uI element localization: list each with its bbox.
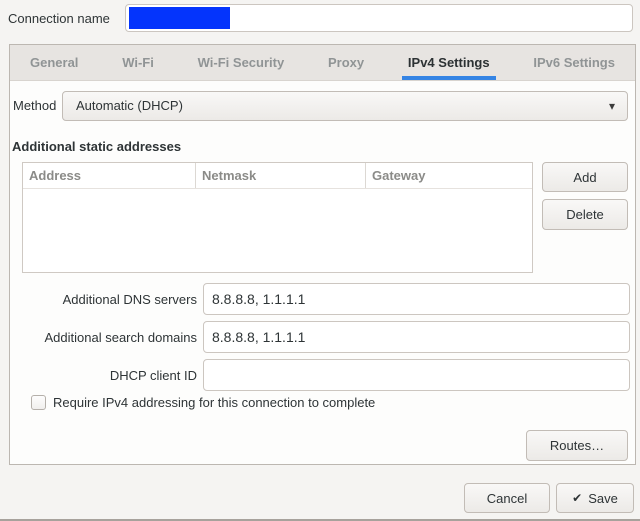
dns-servers-input[interactable] <box>203 283 630 315</box>
dhcp-client-id-label: DHCP client ID <box>109 368 197 383</box>
save-button-label: Save <box>588 490 618 506</box>
tab-wifi-label: Wi-Fi <box>122 55 154 70</box>
connection-name-redacted-value <box>129 7 230 29</box>
routes-button-label: Routes… <box>549 438 605 453</box>
add-button-label: Add <box>573 169 597 185</box>
column-header-netmask[interactable]: Netmask <box>196 163 366 188</box>
tab-ipv6-settings-label: IPv6 Settings <box>533 55 615 70</box>
static-addresses-section-title: Additional static addresses <box>12 139 182 154</box>
column-header-gateway[interactable]: Gateway <box>366 163 532 188</box>
tab-ipv4-settings-label: IPv4 Settings <box>407 55 490 70</box>
method-dropdown[interactable]: Automatic (DHCP) ▾ <box>62 91 628 121</box>
delete-button-label: Delete <box>566 207 604 222</box>
connection-name-input[interactable] <box>125 4 633 32</box>
require-ipv4-checkbox-label: Require IPv4 addressing for this connect… <box>53 395 376 410</box>
tab-proxy[interactable]: Proxy <box>322 45 370 80</box>
tab-wifi-security[interactable]: Wi-Fi Security <box>192 45 291 80</box>
check-icon: ✔ <box>572 491 583 505</box>
method-dropdown-value: Automatic (DHCP) <box>76 98 183 113</box>
tab-proxy-label: Proxy <box>328 55 365 70</box>
column-header-address[interactable]: Address <box>23 163 196 188</box>
tab-wifi-security-label: Wi-Fi Security <box>197 55 285 70</box>
save-button[interactable]: ✔ Save <box>556 483 634 513</box>
method-label: Method <box>13 98 57 113</box>
cancel-button-label: Cancel <box>486 490 528 506</box>
dns-servers-label: Additional DNS servers <box>62 292 197 307</box>
tab-general-label: General <box>30 55 79 70</box>
tab-bar: General Wi-Fi Wi-Fi Security Proxy IPv4 … <box>10 45 635 81</box>
cancel-button[interactable]: Cancel <box>464 483 550 513</box>
static-addresses-table-header: Address Netmask Gateway <box>23 163 532 189</box>
tab-wifi[interactable]: Wi-Fi <box>116 45 160 80</box>
connection-editor-window: Connection name General Wi-Fi Wi-Fi Secu… <box>0 0 640 521</box>
tab-general[interactable]: General <box>24 45 84 80</box>
delete-button[interactable]: Delete <box>542 199 628 230</box>
routes-button[interactable]: Routes… <box>526 430 628 461</box>
dhcp-client-id-input[interactable] <box>203 359 630 391</box>
require-ipv4-checkbox[interactable] <box>31 395 46 410</box>
tab-ipv6-settings[interactable]: IPv6 Settings <box>527 45 621 80</box>
static-addresses-table[interactable]: Address Netmask Gateway <box>22 162 533 273</box>
chevron-down-icon: ▾ <box>608 99 615 113</box>
connection-name-label: Connection name <box>8 11 110 26</box>
search-domains-label: Additional search domains <box>44 330 197 345</box>
search-domains-input[interactable] <box>203 321 630 353</box>
add-button[interactable]: Add <box>542 162 628 192</box>
tab-ipv4-settings[interactable]: IPv4 Settings <box>402 45 496 80</box>
